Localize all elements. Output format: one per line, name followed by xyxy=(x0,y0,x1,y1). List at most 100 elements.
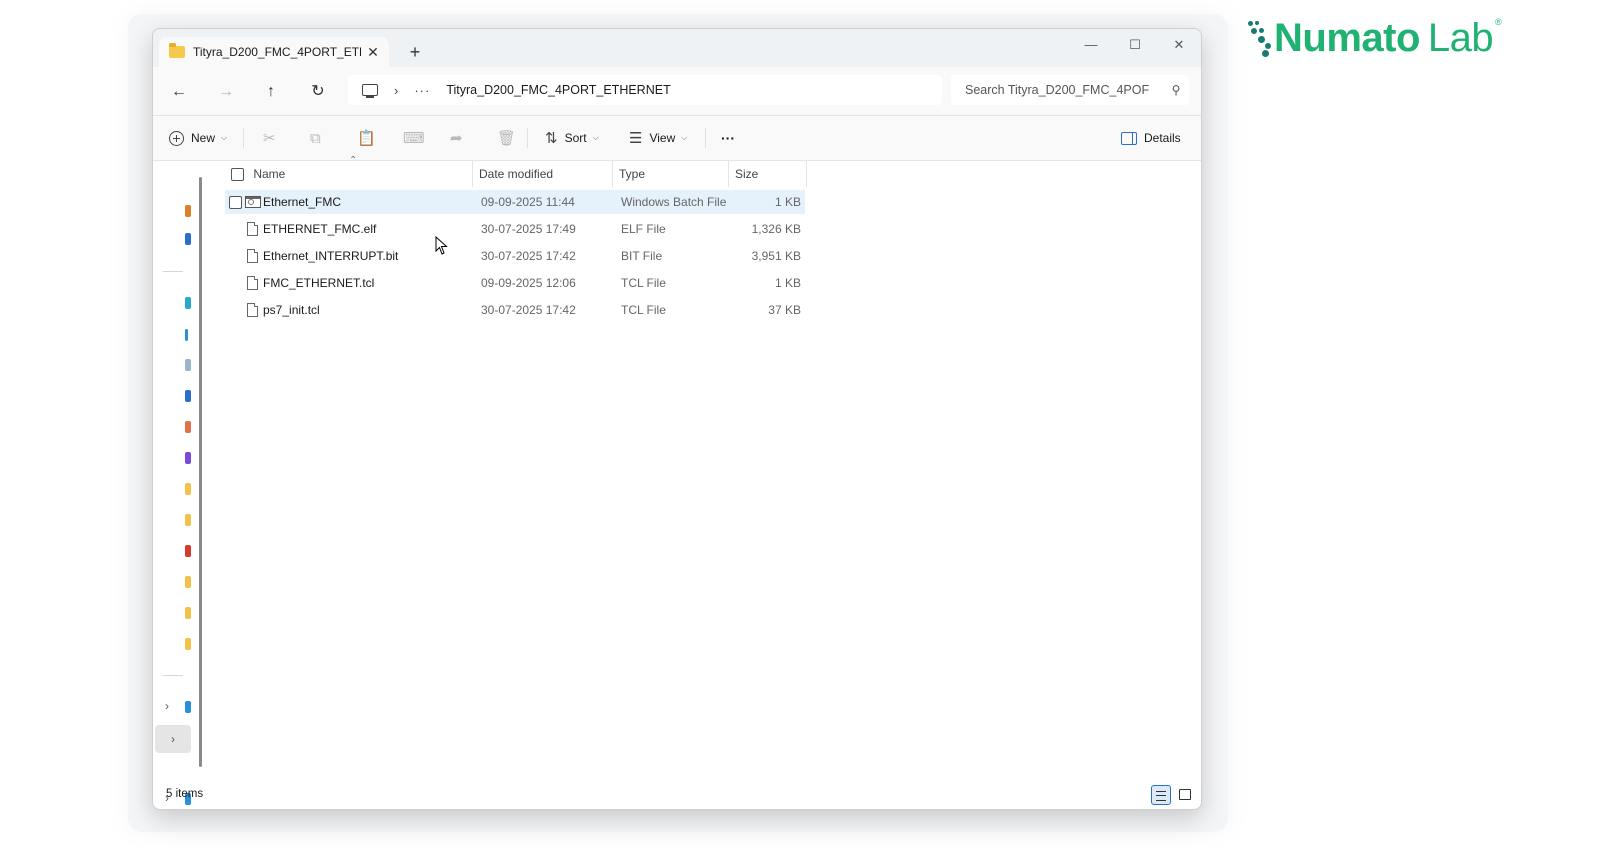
nav-divider xyxy=(163,271,183,272)
refresh-button[interactable]: ↻ xyxy=(305,79,331,105)
file-row[interactable]: Ethernet_FMC 09-09-2025 11:44 Windows Ba… xyxy=(225,190,805,214)
search-box[interactable]: Search Tityra_D200_FMC_4POF ⚲ xyxy=(951,75,1189,105)
column-name-divider[interactable] xyxy=(225,161,473,187)
rename-icon: ⌨ xyxy=(403,130,425,147)
folder-icon[interactable] xyxy=(185,545,191,557)
file-date: 09-09-2025 12:06 xyxy=(481,276,576,290)
see-more-button[interactable]: ··· xyxy=(721,126,735,150)
file-icon xyxy=(247,276,258,290)
details-pane-icon xyxy=(1121,131,1137,145)
breadcrumb-current-folder[interactable]: Tityra_D200_FMC_4PORT_ETHERNET xyxy=(446,83,670,97)
maximize-button[interactable]: ☐ xyxy=(1113,33,1157,57)
back-button[interactable]: ← xyxy=(166,79,192,105)
downloads-icon[interactable] xyxy=(185,329,188,341)
column-type-header[interactable]: Type xyxy=(613,161,729,187)
logo-wordmark: Numato Lab xyxy=(1274,14,1494,62)
music-icon[interactable] xyxy=(185,421,191,433)
column-size-header[interactable]: Size xyxy=(729,161,807,187)
documents-icon[interactable] xyxy=(185,359,191,371)
toolbar-divider xyxy=(527,128,528,148)
breadcrumb-overflow-button[interactable]: ··· xyxy=(414,83,430,98)
title-bar: Tityra_D200_FMC_4PORT_ETHE ✕ + — ☐ ✕ xyxy=(153,29,1201,67)
item-count: 5 items xyxy=(166,788,204,800)
copy-button[interactable]: ⧉ xyxy=(310,126,321,150)
column-header: ⌃ Name Date modified Type Size xyxy=(225,155,859,187)
tab-close-button[interactable]: ✕ xyxy=(361,44,385,61)
nav-scrollbar[interactable] xyxy=(199,177,202,767)
share-icon: ➦ xyxy=(450,130,463,147)
file-row[interactable]: ETHERNET_FMC.elf 30-07-2025 17:49 ELF Fi… xyxy=(225,217,805,241)
gallery-icon[interactable] xyxy=(185,233,191,245)
file-row[interactable]: ps7_init.tcl 30-07-2025 17:42 TCL File 3… xyxy=(225,298,805,322)
sort-arrows-icon: ⇅ xyxy=(545,130,558,147)
file-row[interactable]: Ethernet_INTERRUPT.bit 30-07-2025 17:42 … xyxy=(225,244,805,268)
file-icon xyxy=(247,222,258,236)
file-size: 1 KB xyxy=(774,195,801,209)
sort-button[interactable]: ⇅ Sort ⌵ xyxy=(545,126,599,150)
this-pc-icon[interactable] xyxy=(362,84,378,98)
file-date: 30-07-2025 17:42 xyxy=(481,303,576,317)
view-label: View xyxy=(649,131,676,145)
minimize-button[interactable]: — xyxy=(1069,33,1113,57)
breadcrumb-chevron-icon[interactable]: › xyxy=(394,83,398,98)
search-input[interactable]: Search Tityra_D200_FMC_4POF xyxy=(965,83,1163,97)
column-date-header[interactable]: Date modified xyxy=(473,161,613,187)
logo-dots-icon xyxy=(1246,17,1274,59)
paste-button[interactable]: 📋 xyxy=(357,126,376,150)
details-view-button[interactable] xyxy=(1151,785,1171,805)
tab-folder[interactable]: Tityra_D200_FMC_4PORT_ETHE ✕ xyxy=(159,37,389,67)
file-date: 30-07-2025 17:49 xyxy=(481,222,576,236)
file-name[interactable]: ps7_init.tcl xyxy=(263,298,320,322)
file-size: 37 KB xyxy=(768,303,801,317)
numato-lab-logo: Numato Lab ® xyxy=(1246,14,1502,62)
large-icons-view-icon xyxy=(1179,789,1191,800)
clipboard-icon: 📋 xyxy=(357,130,376,147)
folder-icon[interactable] xyxy=(185,514,191,526)
folder-icon[interactable] xyxy=(185,638,191,650)
details-pane-button[interactable]: Details xyxy=(1121,126,1181,150)
file-name[interactable]: FMC_ETHERNET.tcl xyxy=(263,271,374,295)
new-tab-button[interactable]: + xyxy=(403,40,427,64)
view-button[interactable]: ☰ View ⌵ xyxy=(629,126,687,150)
file-name[interactable]: ETHERNET_FMC.elf xyxy=(263,217,376,241)
desktop-icon[interactable] xyxy=(185,297,191,309)
folder-icon[interactable] xyxy=(185,607,191,619)
scissors-icon: ✂ xyxy=(263,130,276,147)
cut-button[interactable]: ✂ xyxy=(263,126,276,150)
rename-button[interactable]: ⌨ xyxy=(403,126,425,150)
logo-brand-sub: Lab xyxy=(1427,16,1494,60)
address-bar[interactable]: › ··· Tityra_D200_FMC_4PORT_ETHERNET xyxy=(348,75,942,105)
onedrive-icon[interactable] xyxy=(185,701,191,713)
home-icon[interactable] xyxy=(185,205,191,217)
delete-button[interactable]: 🗑 xyxy=(497,126,516,150)
file-type: BIT File xyxy=(621,249,663,263)
folder-icon xyxy=(169,43,185,58)
folder-icon[interactable] xyxy=(185,576,191,588)
pictures-icon[interactable] xyxy=(185,390,191,402)
sort-dropdown-chevron-icon: ⌵ xyxy=(592,133,599,142)
share-button[interactable]: ➦ xyxy=(450,126,463,150)
file-type: TCL File xyxy=(621,276,666,290)
folder-icon[interactable] xyxy=(185,483,191,495)
forward-button[interactable]: → xyxy=(213,79,239,105)
command-bar: New ⌵ ✂ ⧉ 📋 ⌨ ➦ 🗑 ⇅ Sort ⌵ ☰ View ⌵ ··· … xyxy=(153,116,1201,161)
file-name[interactable]: Ethernet_FMC xyxy=(263,190,341,214)
close-window-button[interactable]: ✕ xyxy=(1157,33,1201,57)
file-type: ELF File xyxy=(621,222,666,236)
videos-icon[interactable] xyxy=(185,452,191,464)
tiles-view-button[interactable] xyxy=(1175,785,1195,805)
expand-chevron-icon[interactable]: › xyxy=(165,699,169,713)
file-explorer-window: Tityra_D200_FMC_4PORT_ETHE ✕ + — ☐ ✕ ← →… xyxy=(152,28,1202,810)
new-button[interactable]: New ⌵ xyxy=(169,126,227,150)
search-icon: ⚲ xyxy=(1171,83,1181,97)
file-date: 09-09-2025 11:44 xyxy=(481,195,575,209)
up-button[interactable]: ↑ xyxy=(258,79,284,105)
row-checkbox[interactable] xyxy=(229,196,242,209)
file-row[interactable]: FMC_ETHERNET.tcl 09-09-2025 12:06 TCL Fi… xyxy=(225,271,805,295)
file-name[interactable]: Ethernet_INTERRUPT.bit xyxy=(263,244,398,268)
toolbar-divider xyxy=(705,128,706,148)
file-type: TCL File xyxy=(621,303,666,317)
view-dropdown-chevron-icon: ⌵ xyxy=(681,133,688,142)
nav-selected-item[interactable]: › xyxy=(155,725,191,753)
status-bar: 5 items xyxy=(153,779,1201,809)
